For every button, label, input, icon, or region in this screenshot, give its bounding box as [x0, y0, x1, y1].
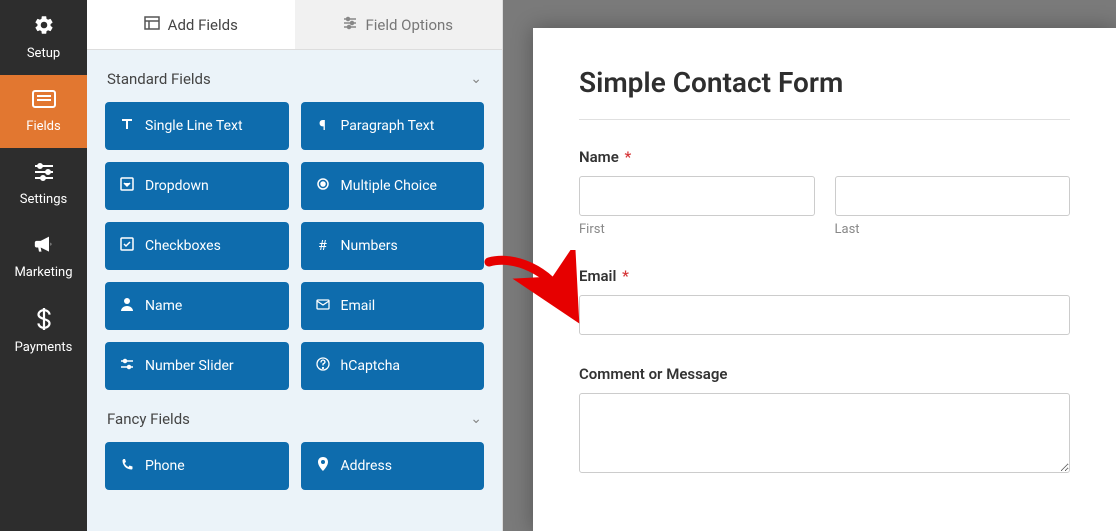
- tab-label: Field Options: [365, 16, 453, 34]
- field-name[interactable]: Name: [105, 282, 289, 330]
- field-label: Paragraph Text: [341, 118, 435, 134]
- sliders-icon: [119, 358, 135, 374]
- field-label: Numbers: [341, 238, 398, 254]
- textarea-comment[interactable]: [579, 393, 1070, 473]
- panel-tabs: Add Fields Field Options: [87, 0, 502, 50]
- group-standard-fields[interactable]: Standard Fields ⌄: [105, 50, 484, 102]
- field-label: Single Line Text: [145, 118, 243, 134]
- field-label: Email *: [579, 267, 1070, 285]
- nav-label: Setup: [27, 46, 60, 61]
- panel-body[interactable]: Standard Fields ⌄ Single Line Text ¶ Para…: [87, 50, 502, 531]
- input-last-name[interactable]: [835, 176, 1071, 216]
- bullhorn-icon: [4, 235, 83, 261]
- field-checkboxes[interactable]: Checkboxes: [105, 222, 289, 270]
- chevron-down-icon: ⌄: [470, 71, 482, 87]
- layout-icon: [144, 16, 160, 34]
- field-email[interactable]: Email: [301, 282, 485, 330]
- dollar-icon: [4, 308, 83, 336]
- nav-marketing[interactable]: Marketing: [0, 221, 87, 294]
- form-field-email[interactable]: Email *: [579, 267, 1070, 335]
- field-label: Address: [341, 458, 392, 474]
- field-label: Name *: [579, 148, 1070, 166]
- form-field-comment[interactable]: Comment or Message: [579, 365, 1070, 477]
- field-label: Email: [341, 298, 376, 314]
- field-label: Number Slider: [145, 358, 234, 374]
- map-pin-icon: [315, 457, 331, 475]
- chevron-down-icon: ⌄: [470, 411, 482, 427]
- field-single-line-text[interactable]: Single Line Text: [105, 102, 289, 150]
- field-address[interactable]: Address: [301, 442, 485, 490]
- field-label: Comment or Message: [579, 365, 1070, 383]
- form-field-name[interactable]: Name * First Last: [579, 148, 1070, 237]
- nav-label: Payments: [15, 340, 73, 355]
- tab-field-options[interactable]: Field Options: [295, 0, 503, 49]
- checkbox-icon: [119, 237, 135, 255]
- form-canvas-wrap: Simple Contact Form Name * First Last Em…: [503, 0, 1116, 531]
- radio-icon: [315, 177, 331, 195]
- field-phone[interactable]: Phone: [105, 442, 289, 490]
- nav-fields[interactable]: Fields: [0, 75, 87, 148]
- required-mark: *: [625, 148, 632, 166]
- required-mark: *: [622, 267, 629, 285]
- nav-label: Fields: [26, 119, 60, 134]
- envelope-icon: [315, 298, 331, 314]
- main-nav: Setup Fields Settings Marketing Payments: [0, 0, 87, 531]
- nav-payments[interactable]: Payments: [0, 294, 87, 369]
- group-fancy-fields[interactable]: Fancy Fields ⌄: [105, 390, 484, 442]
- gear-icon: [4, 14, 83, 42]
- nav-label: Settings: [20, 192, 67, 207]
- text-icon: [119, 117, 135, 135]
- field-numbers[interactable]: # Numbers: [301, 222, 485, 270]
- input-email[interactable]: [579, 295, 1070, 335]
- field-dropdown[interactable]: Dropdown: [105, 162, 289, 210]
- sublabel-last: Last: [835, 222, 1071, 237]
- field-paragraph-text[interactable]: ¶ Paragraph Text: [301, 102, 485, 150]
- user-icon: [119, 297, 135, 315]
- input-first-name[interactable]: [579, 176, 815, 216]
- nav-label: Marketing: [14, 265, 72, 280]
- nav-setup[interactable]: Setup: [0, 0, 87, 75]
- form-canvas[interactable]: Simple Contact Form Name * First Last Em…: [533, 28, 1116, 531]
- sublabel-first: First: [579, 222, 815, 237]
- tab-add-fields[interactable]: Add Fields: [87, 0, 295, 49]
- phone-icon: [119, 458, 135, 475]
- field-label: Name: [145, 298, 182, 314]
- sliders-icon: [343, 16, 357, 34]
- form-icon: [4, 89, 83, 115]
- sliders-icon: [4, 162, 83, 188]
- paragraph-icon: ¶: [315, 118, 331, 134]
- field-hcaptcha[interactable]: hCaptcha: [301, 342, 485, 390]
- fields-panel: Add Fields Field Options Standard Fields…: [87, 0, 503, 531]
- nav-settings[interactable]: Settings: [0, 148, 87, 221]
- field-number-slider[interactable]: Number Slider: [105, 342, 289, 390]
- field-label: Multiple Choice: [341, 178, 437, 194]
- field-label: Checkboxes: [145, 238, 221, 254]
- question-icon: [315, 357, 331, 375]
- caret-square-icon: [119, 177, 135, 195]
- tab-label: Add Fields: [168, 16, 238, 34]
- group-label: Standard Fields: [107, 70, 211, 88]
- field-label: Phone: [145, 458, 185, 474]
- group-label: Fancy Fields: [107, 410, 190, 428]
- form-title: Simple Contact Form: [579, 66, 1070, 120]
- field-multiple-choice[interactable]: Multiple Choice: [301, 162, 485, 210]
- hash-icon: #: [315, 238, 331, 254]
- field-label: Dropdown: [145, 178, 209, 194]
- field-label: hCaptcha: [341, 358, 401, 374]
